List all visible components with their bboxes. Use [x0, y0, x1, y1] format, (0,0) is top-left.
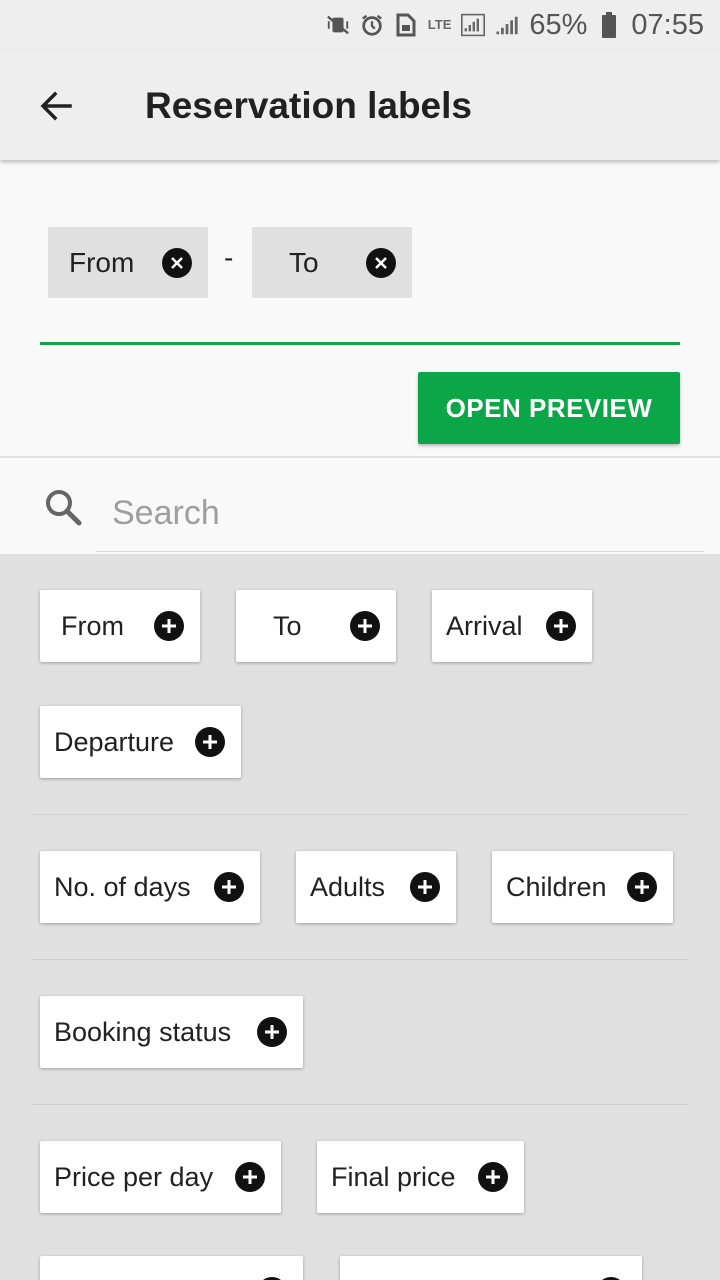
group-divider	[32, 959, 688, 960]
add-button[interactable]	[257, 1017, 287, 1047]
search-input[interactable]	[96, 476, 704, 552]
plus-icon	[203, 735, 217, 749]
plus-icon	[222, 880, 236, 894]
label-chip-partial[interactable]	[340, 1256, 642, 1280]
selected-labels-panel: From - To OPEN PREVIEW	[0, 160, 720, 456]
plus-icon	[486, 1170, 500, 1184]
battery-percent: 65%	[529, 8, 588, 41]
plus-icon	[162, 619, 176, 633]
selected-chip-to: To	[252, 227, 412, 298]
chip-label: No. of days	[54, 871, 191, 902]
label-chip-arrival[interactable]: Arrival	[432, 590, 592, 662]
remove-button[interactable]	[366, 248, 396, 278]
app-bar: Reservation labels	[0, 50, 720, 160]
chip-label: Price per day	[54, 1161, 214, 1192]
label-chip-final-price[interactable]: Final price	[317, 1141, 524, 1213]
add-button[interactable]	[154, 611, 184, 641]
chip-label: From	[61, 610, 124, 641]
chip-label: To	[273, 610, 302, 641]
selected-chip-label: To	[289, 246, 319, 278]
open-preview-button[interactable]: OPEN PREVIEW	[418, 372, 680, 444]
chip-label: Adults	[310, 871, 386, 902]
back-button[interactable]	[32, 82, 80, 130]
battery-icon	[597, 12, 621, 38]
add-button[interactable]	[235, 1162, 265, 1192]
chip-label: Arrival	[446, 610, 523, 641]
label-chip-departure[interactable]: Departure	[40, 706, 241, 778]
signal-icon	[495, 13, 519, 37]
available-labels: From To Arrival Departure No. of days Ad…	[0, 554, 720, 1280]
group-divider	[32, 814, 688, 815]
add-button[interactable]	[410, 872, 440, 902]
chip-label: Final price	[331, 1161, 456, 1192]
clock: 07:55	[631, 8, 704, 41]
range-separator: -	[224, 242, 234, 273]
lte-icon: LTE	[427, 17, 452, 32]
label-chip-booking-status[interactable]: Booking status	[40, 996, 303, 1068]
sim-icon	[394, 13, 418, 37]
arrow-left-icon	[40, 91, 72, 121]
plus-icon	[243, 1170, 257, 1184]
selected-chip-label: From	[69, 246, 135, 278]
label-chip-no-of-days[interactable]: No. of days	[40, 851, 260, 923]
close-icon	[375, 257, 387, 269]
page-title: Reservation labels	[145, 85, 472, 126]
search-icon[interactable]	[42, 486, 84, 528]
add-button[interactable]	[546, 611, 576, 641]
label-chip-adults[interactable]: Adults	[296, 851, 456, 923]
signal-icon	[461, 13, 486, 37]
chip-label: Booking status	[54, 1016, 232, 1047]
status-bar: LTE 65% 07:55	[0, 0, 720, 50]
add-button[interactable]	[627, 872, 657, 902]
plus-icon	[635, 880, 649, 894]
remove-button[interactable]	[162, 248, 192, 278]
alarm-icon	[360, 13, 384, 37]
label-chip-partial[interactable]	[40, 1256, 303, 1280]
plus-icon	[265, 1025, 279, 1039]
group-divider	[32, 1104, 688, 1105]
vibrate-off-icon	[326, 13, 350, 37]
add-button[interactable]	[195, 727, 225, 757]
label-chip-to[interactable]: To	[236, 590, 396, 662]
label-chip-price-per-day[interactable]: Price per day	[40, 1141, 281, 1213]
plus-icon	[554, 619, 568, 633]
plus-icon	[418, 880, 432, 894]
selected-chip-from: From	[48, 227, 208, 298]
label-chip-from[interactable]: From	[40, 590, 200, 662]
add-button[interactable]	[350, 611, 380, 641]
chip-label: Children	[506, 871, 607, 902]
chip-label: Departure	[54, 726, 175, 757]
label-chip-children[interactable]: Children	[492, 851, 673, 923]
add-button[interactable]	[214, 872, 244, 902]
plus-icon	[358, 619, 372, 633]
add-button[interactable]	[478, 1162, 508, 1192]
close-icon	[171, 257, 183, 269]
input-underline	[40, 342, 680, 345]
search-bar	[0, 458, 720, 554]
